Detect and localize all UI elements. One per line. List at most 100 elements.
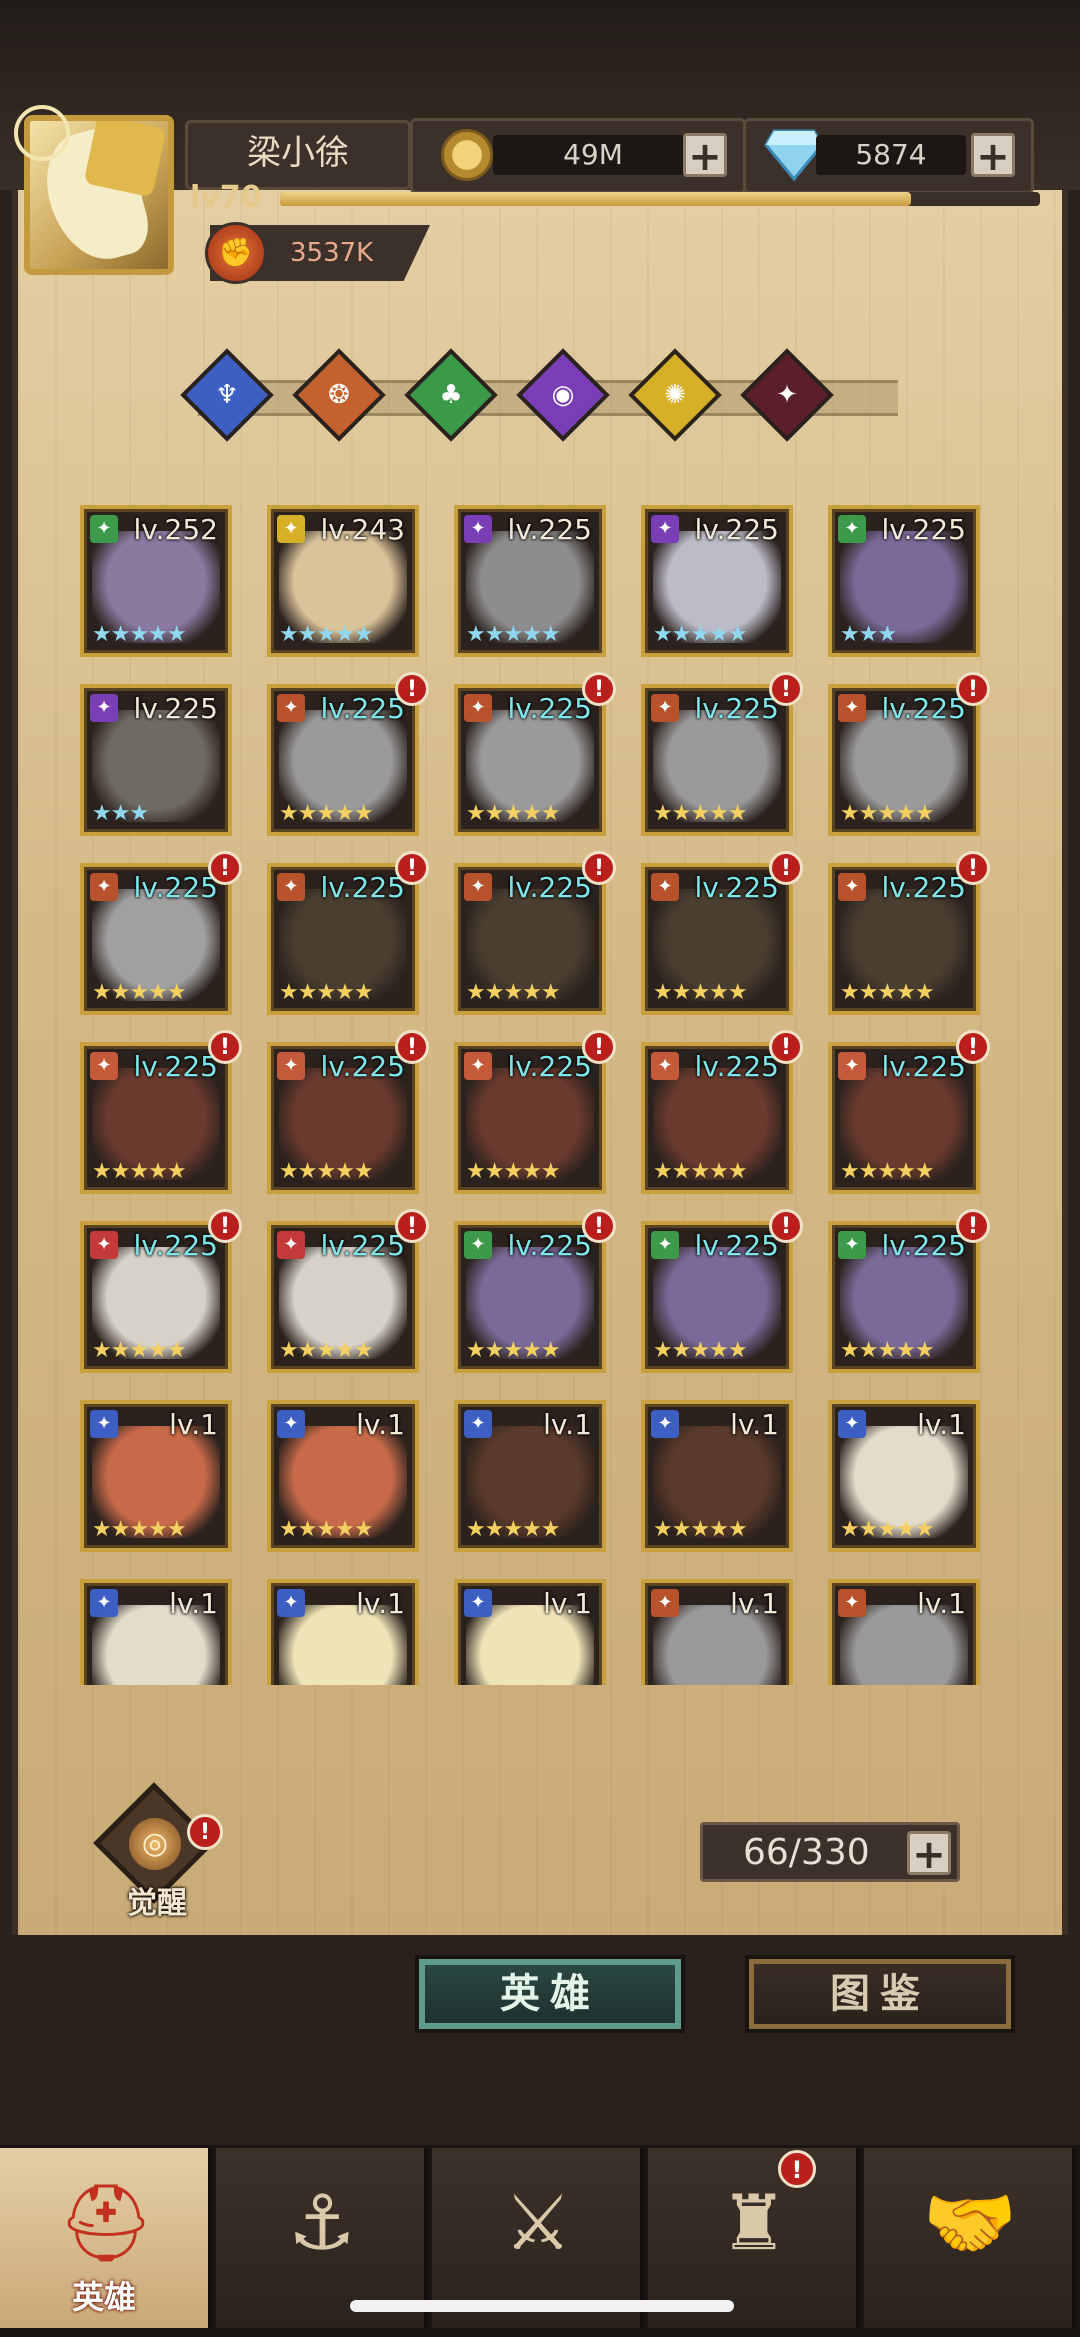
hero-card[interactable]: ✦ lv.225 ★★★★★! bbox=[80, 1209, 242, 1373]
hero-level: lv.225 bbox=[133, 1050, 218, 1083]
alert-icon: ! bbox=[208, 1209, 242, 1243]
hero-card[interactable]: ✦ lv.1 ★★★★★ bbox=[267, 1400, 419, 1552]
avatar-helmet bbox=[83, 121, 167, 198]
hero-class-icon: ✦ bbox=[277, 694, 305, 722]
hero-card[interactable]: ✦ lv.225 ★★★★★! bbox=[454, 1209, 616, 1373]
hero-card[interactable]: ✦ lv.1 bbox=[267, 1579, 419, 1685]
hero-card[interactable]: ✦ lv.225 ★★★★★! bbox=[641, 1030, 803, 1194]
hero-stars: ★★★★★ bbox=[840, 1338, 935, 1363]
hero-card[interactable]: ✦ lv.1 ★★★★★ bbox=[641, 1400, 793, 1552]
awaken-button[interactable]: ◎ 觉醒 ! bbox=[93, 1782, 223, 1921]
hero-card[interactable]: ✦ lv.225 ★★★★★! bbox=[80, 1030, 242, 1194]
filter-blue-icon[interactable]: ♆ bbox=[180, 348, 274, 442]
filter-green-icon[interactable]: ♣ bbox=[404, 348, 498, 442]
filter-orange-icon[interactable]: ❂ bbox=[292, 348, 386, 442]
hero-class-icon: ✦ bbox=[90, 1410, 118, 1438]
hero-card[interactable]: ✦ lv.1 ★★★★★ bbox=[80, 1400, 232, 1552]
hero-card[interactable]: ✦ lv.1 ★★★★★ bbox=[454, 1400, 606, 1552]
hero-class-icon: ✦ bbox=[838, 1589, 866, 1617]
alert-icon: ! bbox=[208, 1030, 242, 1064]
hero-card[interactable]: ✦ lv.225 ★★★★★! bbox=[267, 1209, 429, 1373]
hero-card[interactable]: ✦ lv.225 ★★★★★! bbox=[454, 851, 616, 1015]
hero-stars: ★★★★★ bbox=[92, 1517, 187, 1542]
hero-card[interactable]: ✦ lv.225 ★★★★★! bbox=[641, 672, 803, 836]
expand-capacity-button[interactable]: + bbox=[907, 1831, 951, 1876]
nav-guild-icon: 🤝 bbox=[922, 2178, 1018, 2267]
hero-card[interactable]: ✦ lv.1 bbox=[828, 1579, 980, 1685]
hero-level: lv.225 bbox=[694, 1050, 779, 1083]
hero-stars: ★★★★★ bbox=[653, 980, 748, 1005]
hero-stars: ★★★★★ bbox=[653, 1338, 748, 1363]
hero-class-icon: ✦ bbox=[838, 873, 866, 901]
hero-level: lv.1 bbox=[917, 1408, 966, 1441]
hero-class-icon: ✦ bbox=[464, 873, 492, 901]
hero-stars: ★★★★★ bbox=[466, 622, 561, 647]
hero-level: lv.243 bbox=[320, 513, 405, 546]
tab-codex[interactable]: 图鉴 bbox=[745, 1955, 1015, 2033]
hero-card[interactable]: ✦ lv.225 ★★★★★! bbox=[828, 1030, 990, 1194]
nav-heroes[interactable]: ⛑ 英雄 bbox=[0, 2148, 212, 2328]
hero-level: lv.225 bbox=[507, 871, 592, 904]
hero-card[interactable]: ✦ lv.225 ★★★★★! bbox=[641, 851, 803, 1015]
player-avatar[interactable] bbox=[14, 105, 184, 285]
hero-card[interactable]: ✦ lv.225 ★★★★★ bbox=[454, 505, 606, 657]
hero-level: lv.225 bbox=[694, 692, 779, 725]
alert-icon: ! bbox=[582, 672, 616, 706]
xp-bar bbox=[280, 192, 1040, 206]
hero-card[interactable]: ✦ lv.225 ★★★★★! bbox=[267, 1030, 429, 1194]
add-diamond-button[interactable]: + bbox=[971, 133, 1015, 178]
hero-card[interactable]: ✦ lv.225 ★★★★★! bbox=[267, 672, 429, 836]
hero-card[interactable]: ✦ lv.225 ★★★★★! bbox=[454, 672, 616, 836]
hero-card[interactable]: ✦ lv.225 ★★★★★! bbox=[454, 1030, 616, 1194]
hero-class-icon: ✦ bbox=[277, 873, 305, 901]
hero-stars: ★★★ bbox=[92, 801, 149, 826]
hero-level: lv.225 bbox=[133, 1229, 218, 1262]
hero-stars: ★★★★★ bbox=[279, 801, 374, 826]
filter-purple-icon[interactable]: ◉ bbox=[516, 348, 610, 442]
hero-stars: ★★★★★ bbox=[466, 1159, 561, 1184]
filter-glyph: ♣ bbox=[439, 380, 463, 410]
hero-level: lv.225 bbox=[881, 692, 966, 725]
hero-card[interactable]: ✦ lv.1 bbox=[80, 1579, 232, 1685]
hero-card[interactable]: ✦ lv.225 ★★★ bbox=[80, 684, 232, 836]
hero-level: lv.225 bbox=[507, 692, 592, 725]
hero-level: lv.225 bbox=[320, 1229, 405, 1262]
home-indicator[interactable] bbox=[350, 2300, 734, 2312]
alert-icon: ! bbox=[778, 2150, 816, 2188]
hero-card[interactable]: ✦ lv.225 ★★★★★! bbox=[641, 1209, 803, 1373]
hero-card[interactable]: ✦ lv.252 ★★★★★ bbox=[80, 505, 232, 657]
hero-card[interactable]: ✦ lv.225 ★★★★★! bbox=[828, 1209, 990, 1373]
hero-card[interactable]: ✦ lv.1 ★★★★★ bbox=[828, 1400, 980, 1552]
hero-class-icon: ✦ bbox=[651, 873, 679, 901]
hero-card[interactable]: ✦ lv.225 ★★★ bbox=[828, 505, 980, 657]
hero-level: lv.1 bbox=[169, 1587, 218, 1620]
hero-card[interactable]: ✦ lv.243 ★★★★★ bbox=[267, 505, 419, 657]
filter-dark-icon[interactable]: ✦ bbox=[740, 348, 834, 442]
hero-level: lv.225 bbox=[507, 1229, 592, 1262]
hero-card[interactable]: ✦ lv.225 ★★★★★! bbox=[828, 672, 990, 836]
hero-card[interactable]: ✦ lv.225 ★★★★★ bbox=[641, 505, 793, 657]
awaken-alert-icon: ! bbox=[187, 1814, 223, 1850]
tab-heroes[interactable]: 英雄 bbox=[415, 1955, 685, 2033]
hero-class-icon: ✦ bbox=[651, 694, 679, 722]
hero-level: lv.1 bbox=[169, 1408, 218, 1441]
alert-icon: ! bbox=[395, 1030, 429, 1064]
hero-class-icon: ✦ bbox=[277, 1052, 305, 1080]
hero-card[interactable]: ✦ lv.1 bbox=[454, 1579, 606, 1685]
hero-stars: ★★★★★ bbox=[466, 1338, 561, 1363]
filter-gold-icon[interactable]: ✺ bbox=[628, 348, 722, 442]
hero-card[interactable]: ✦ lv.225 ★★★★★! bbox=[828, 851, 990, 1015]
hero-card[interactable]: ✦ lv.1 bbox=[641, 1579, 793, 1685]
nav-guild[interactable]: 🤝 bbox=[864, 2148, 1076, 2328]
hero-class-icon: ✦ bbox=[464, 1231, 492, 1259]
hero-card[interactable]: ✦ lv.225 ★★★★★! bbox=[267, 851, 429, 1015]
hero-card[interactable]: ✦ lv.225 ★★★★★! bbox=[80, 851, 242, 1015]
hero-class-icon: ✦ bbox=[651, 1410, 679, 1438]
gold-coin-icon bbox=[441, 129, 493, 181]
hero-stars: ★★★★★ bbox=[92, 980, 187, 1005]
hero-level: lv.225 bbox=[133, 692, 218, 725]
filter-glyph: ❂ bbox=[328, 380, 350, 410]
add-gold-button[interactable]: + bbox=[683, 133, 727, 178]
hero-stars: ★★★★★ bbox=[840, 801, 935, 826]
alert-icon: ! bbox=[956, 672, 990, 706]
